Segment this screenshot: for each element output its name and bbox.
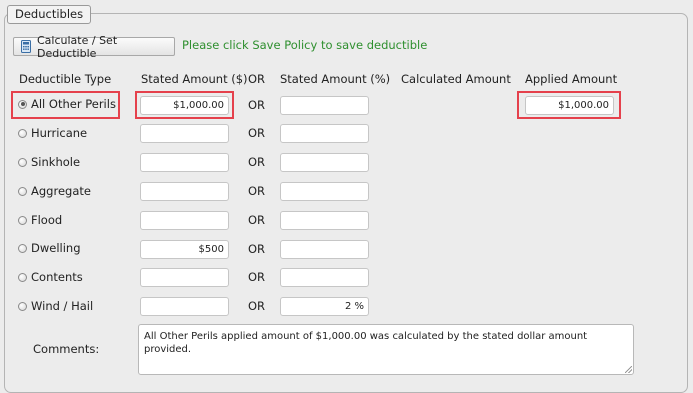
or-label: OR <box>248 184 266 198</box>
comments-label: Comments: <box>33 342 100 356</box>
radio-button[interactable] <box>18 128 27 138</box>
radio-button[interactable] <box>18 272 27 282</box>
stated-amount-field[interactable] <box>140 124 229 143</box>
radio-button[interactable] <box>18 186 27 196</box>
stated-percent-field[interactable] <box>280 268 369 287</box>
radio-label: Sinkhole <box>31 155 81 169</box>
radio-flood[interactable]: Flood <box>18 212 62 228</box>
comments-text: All Other Perils applied amount of $1,00… <box>144 331 588 355</box>
header-stated-amount: Stated Amount ($) <box>141 72 248 86</box>
resize-grip-icon[interactable] <box>625 366 632 373</box>
radio-label: Aggregate <box>31 184 91 198</box>
radio-dwelling[interactable]: Dwelling <box>18 240 81 256</box>
calculate-deductible-label: Calculate / Set Deductible <box>37 33 118 60</box>
radio-label: Hurricane <box>31 126 88 140</box>
radio-sinkhole[interactable]: Sinkhole <box>18 154 80 170</box>
header-deductible-type: Deductible Type <box>19 72 112 86</box>
calculator-icon <box>21 40 31 53</box>
stated-percent-field[interactable] <box>280 153 369 172</box>
stated-amount-field[interactable] <box>140 268 229 287</box>
stated-percent-field[interactable] <box>280 182 369 201</box>
stated-amount-field[interactable]: $500 <box>140 240 229 259</box>
applied-amount-field: $1,000.00 <box>525 96 614 115</box>
stated-percent-field[interactable] <box>280 211 369 230</box>
or-label: OR <box>248 242 266 256</box>
header-or: OR <box>248 72 266 86</box>
stated-amount-field[interactable] <box>140 211 229 230</box>
radio-label: Flood <box>31 213 63 227</box>
radio-button[interactable] <box>18 301 27 311</box>
radio-aggregate[interactable]: Aggregate <box>18 183 91 199</box>
or-label: OR <box>248 270 266 284</box>
calculate-deductible-button[interactable]: Calculate / Set Deductible <box>13 34 175 60</box>
or-label: OR <box>248 98 266 112</box>
header-calculated-amount: Calculated Amount <box>401 72 511 86</box>
radio-label: Wind / Hail <box>31 299 94 313</box>
radio-label: Dwelling <box>31 241 81 255</box>
comments-textarea[interactable]: All Other Perils applied amount of $1,00… <box>138 324 634 375</box>
stated-amount-field[interactable] <box>140 153 229 172</box>
radio-contents[interactable]: Contents <box>18 269 83 285</box>
stated-percent-field[interactable] <box>280 240 369 259</box>
stated-percent-field[interactable] <box>280 96 369 115</box>
or-label: OR <box>248 213 266 227</box>
radio-button[interactable] <box>18 215 27 225</box>
header-stated-percent: Stated Amount (%) <box>280 72 391 86</box>
stated-amount-field[interactable] <box>140 182 229 201</box>
stated-percent-field[interactable] <box>280 124 369 143</box>
section-title: Deductibles <box>7 5 92 24</box>
radio-label: All Other Perils <box>31 97 116 111</box>
radio-all-other-perils[interactable]: All Other Perils <box>18 96 116 112</box>
stated-percent-field[interactable]: 2 % <box>280 297 369 316</box>
stated-amount-field[interactable]: $1,000.00 <box>140 96 229 115</box>
radio-button[interactable] <box>18 243 27 253</box>
or-label: OR <box>248 299 266 313</box>
radio-label: Contents <box>31 270 83 284</box>
radio-hurricane[interactable]: Hurricane <box>18 125 87 141</box>
save-reminder-message: Please click Save Policy to save deducti… <box>182 38 428 52</box>
stated-amount-field[interactable] <box>140 297 229 316</box>
header-applied-amount: Applied Amount <box>525 72 618 86</box>
or-label: OR <box>248 126 266 140</box>
radio-button[interactable] <box>18 157 27 167</box>
radio-wind-hail[interactable]: Wind / Hail <box>18 298 93 314</box>
radio-button[interactable] <box>18 99 27 109</box>
or-label: OR <box>248 155 266 169</box>
